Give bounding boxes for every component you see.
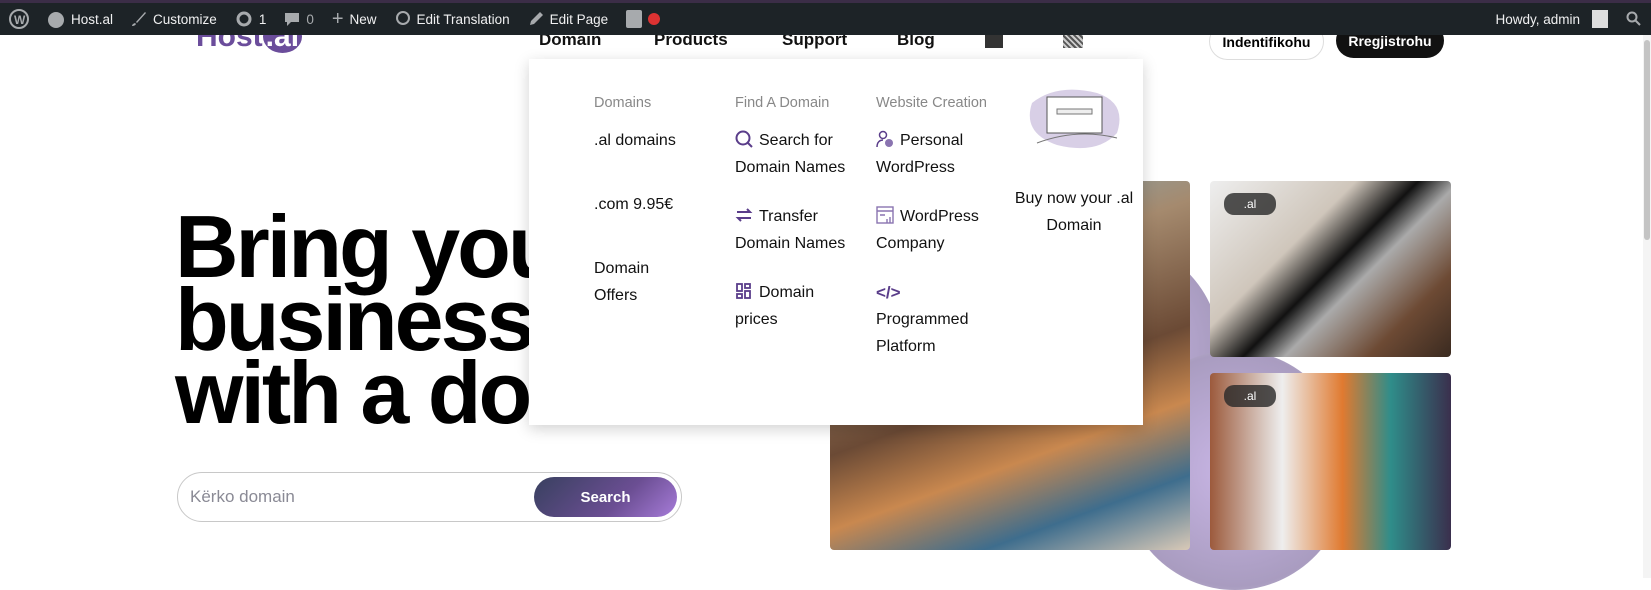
user-globe-icon — [876, 130, 893, 148]
seo-status-dot-icon — [648, 13, 661, 25]
search-icon — [735, 130, 753, 148]
plus-icon: + — [331, 7, 344, 30]
pencil-icon — [529, 12, 543, 25]
column-heading: Find A Domain — [735, 95, 830, 111]
menu-item-com-offer[interactable]: .com 9.95€ — [594, 191, 714, 218]
edit-translation-label: Edit Translation — [416, 11, 510, 27]
updates-icon — [236, 11, 252, 27]
website-creation-column: Website Creation Personal WordPress Word… — [876, 91, 996, 382]
menu-item-programmed-platform[interactable]: </> Programmed Platform — [876, 279, 996, 360]
domains-column: Domains .al domains .com 9.95€ Domain Of… — [594, 91, 714, 331]
menu-item-search-domains[interactable]: Search for Domain Names — [735, 127, 850, 181]
my-account-menu[interactable]: Howdy, admin — [1486, 3, 1617, 35]
translation-icon — [395, 11, 410, 25]
buy-domain-promo[interactable]: Buy now your .al Domain — [1009, 185, 1139, 239]
updates-link[interactable]: 1 — [226, 3, 276, 35]
updates-count: 1 — [258, 11, 267, 27]
svg-text:W: W — [14, 13, 26, 27]
admin-search-button[interactable] — [1617, 3, 1651, 35]
menu-item-wordpress-company[interactable]: WordPress Company — [876, 203, 996, 257]
menu-item-transfer-domains[interactable]: Transfer Domain Names — [735, 203, 850, 257]
page-scrollbar[interactable] — [1643, 35, 1651, 578]
laptop-photo: .al — [1210, 181, 1451, 357]
transfer-arrows-icon — [735, 208, 753, 222]
site-name-link[interactable]: Host.al — [38, 3, 122, 35]
comments-count: 0 — [306, 11, 314, 27]
dashboard-icon — [48, 12, 64, 28]
new-label: New — [349, 11, 377, 27]
wp-admin-bar: W Host.al Customize 1 0 + New Edit Transl… — [0, 3, 1651, 35]
edit-page-label: Edit Page — [549, 11, 609, 27]
yoast-icon — [626, 10, 643, 28]
column-heading: Website Creation — [876, 95, 987, 111]
search-button[interactable]: Search — [534, 477, 677, 517]
comment-icon — [285, 13, 300, 26]
avatar — [1592, 10, 1608, 28]
column-heading: Domains — [594, 95, 652, 111]
menu-item-label: Programmed Platform — [876, 311, 969, 355]
yoast-seo-button[interactable] — [617, 3, 669, 35]
menu-item-domain-prices[interactable]: Domain prices — [735, 279, 850, 333]
wordpress-logo-button[interactable]: W — [0, 3, 38, 35]
domain-mega-menu: Domains .al domains .com 9.95€ Domain Of… — [529, 59, 1143, 425]
new-content-link[interactable]: + New — [323, 3, 386, 35]
domain-tag: .al — [1224, 385, 1276, 407]
menu-item-al-domains[interactable]: .al domains — [594, 127, 714, 154]
customize-label: Customize — [153, 11, 217, 27]
customize-link[interactable]: Customize — [122, 3, 226, 35]
domain-illustration — [1029, 89, 1120, 149]
grid-icon — [736, 283, 751, 299]
domain-search-input[interactable] — [190, 483, 530, 511]
code-icon: </> — [876, 283, 901, 302]
brush-icon — [132, 12, 147, 26]
shop-photo: .al — [1210, 373, 1451, 550]
menu-item-domain-offers[interactable]: Domain Offers — [594, 255, 664, 309]
greeting-label: Howdy, admin — [1495, 11, 1580, 27]
domain-tag: .al — [1224, 193, 1276, 215]
menu-item-personal-wordpress[interactable]: Personal WordPress — [876, 127, 996, 181]
domain-search-form: Search — [177, 472, 682, 522]
find-domain-column: Find A Domain Search for Domain Names Tr… — [735, 91, 850, 355]
company-chart-icon — [876, 206, 894, 224]
edit-translation-link[interactable]: Edit Translation — [386, 3, 519, 35]
wordpress-icon: W — [9, 9, 29, 29]
comments-link[interactable]: 0 — [275, 3, 323, 35]
search-icon — [1626, 11, 1641, 26]
edit-page-link[interactable]: Edit Page — [519, 3, 618, 35]
site-name-label: Host.al — [71, 11, 114, 27]
scrollbar-thumb[interactable] — [1644, 40, 1650, 240]
